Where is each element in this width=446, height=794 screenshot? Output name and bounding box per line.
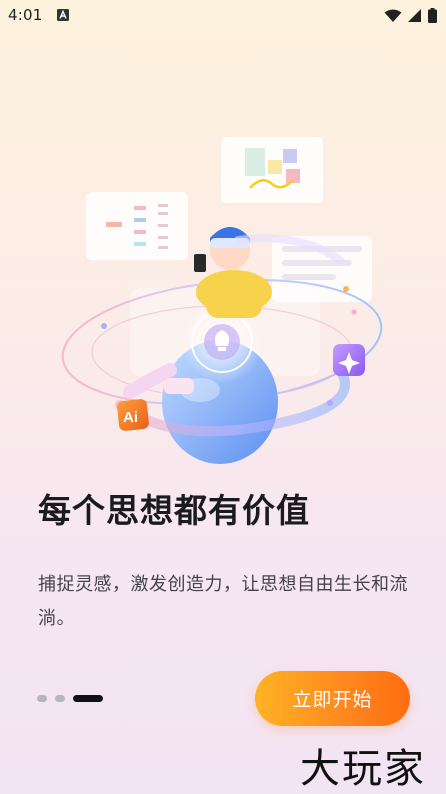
a-letter-notification-icon [57, 9, 69, 21]
signal-icon [408, 8, 421, 22]
page-dot [55, 694, 65, 702]
page-indicator [37, 694, 103, 702]
battery-icon [428, 8, 437, 23]
watermark-text: 大玩家 [300, 746, 426, 792]
wifi-icon [384, 9, 402, 22]
status-bar: 4:01 [0, 0, 446, 32]
subtitle: 捕捉灵感，激发创造力，让思想自由生长和流淌。 [38, 574, 408, 629]
ai-app-icon: Ai [117, 399, 149, 431]
sticky-notes-card [221, 137, 323, 203]
page-dot-active [73, 694, 103, 702]
headline: 每个思想都有价值 [38, 491, 310, 530]
onboarding-illustration: Ai [61, 137, 383, 464]
mindmap-card [86, 192, 188, 260]
sparkle-icon [333, 344, 365, 376]
page-dot [37, 694, 47, 702]
status-time: 4:01 [8, 6, 43, 24]
start-now-button[interactable]: 立即开始 [255, 671, 410, 726]
ai-badge-label: Ai [123, 409, 138, 426]
status-icons [384, 8, 437, 23]
